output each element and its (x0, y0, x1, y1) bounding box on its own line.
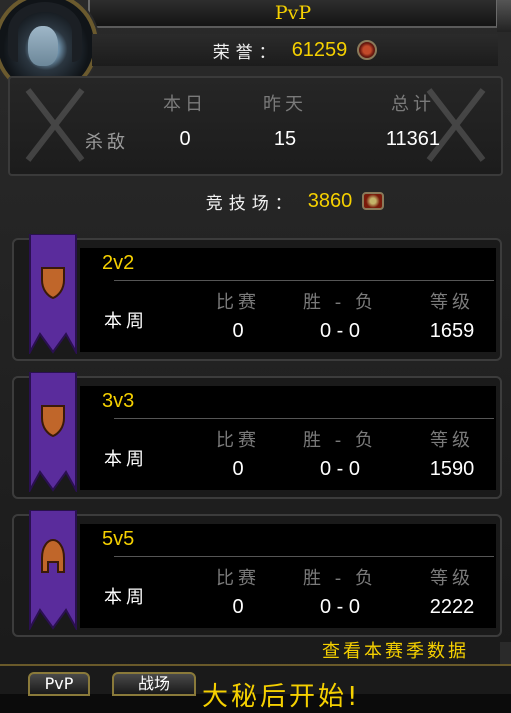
arena-label: 竞技场： (205, 193, 298, 214)
window-title: PvP (274, 2, 312, 24)
divider (114, 556, 494, 557)
header-matches: 比赛 (216, 568, 260, 589)
team-banner-icon (29, 510, 77, 630)
arena-value: 3860 (307, 189, 353, 212)
kills-total: 11361 (385, 128, 441, 150)
honor-coin-icon (357, 40, 378, 60)
header-rating: 等级 (430, 430, 474, 451)
header-win-loss: 胜 - 负 (303, 568, 377, 589)
divider (114, 418, 494, 419)
team-card-3v3[interactable]: 3v3 比赛 胜 - 负 等级 本周 0 0 - 0 1590 (12, 372, 502, 499)
win-loss-value: 0 - 0 (319, 458, 361, 480)
divider (114, 280, 494, 281)
rating-value: 1659 (429, 320, 475, 342)
honor-row: 荣誉： 61259 (92, 34, 498, 66)
team-banner-icon (29, 372, 77, 492)
win-loss-value: 0 - 0 (319, 320, 361, 342)
view-season-stats-link[interactable]: 查看本赛季数据 (322, 638, 492, 666)
honor-label: 荣誉： (212, 42, 282, 63)
team-banner-icon (29, 234, 77, 354)
header-yesterday: 昨天 (263, 94, 307, 115)
rating-value: 1590 (429, 458, 475, 480)
rating-value: 2222 (429, 596, 475, 618)
arena-row: 竞技场： 3860 (92, 184, 498, 218)
team-name: 3v3 (102, 390, 135, 412)
portrait-hood (8, 2, 82, 62)
matches-value: 0 (232, 458, 244, 480)
arena-points-icon (362, 192, 385, 210)
week-label: 本周 (104, 587, 148, 608)
win-loss-value: 0 - 0 (319, 596, 361, 618)
team-card-2v2[interactable]: 2v2 比赛 胜 - 负 等级 本周 0 0 - 0 1659 (12, 234, 502, 361)
matches-value: 0 (232, 596, 244, 618)
team-name: 5v5 (102, 528, 135, 550)
week-label: 本周 (104, 311, 148, 332)
header-rating: 等级 (430, 568, 474, 589)
kills-today: 0 (179, 128, 191, 150)
title-bar: PvP (88, 0, 498, 28)
tab-battlegrounds[interactable]: 战场 (112, 672, 196, 696)
team-card-5v5[interactable]: 5v5 比赛 胜 - 负 等级 本周 0 0 - 0 2222 (12, 510, 502, 637)
header-matches: 比赛 (216, 430, 260, 451)
kills-header-row: 本日 昨天 总计 (10, 90, 505, 118)
close-corner[interactable] (497, 0, 511, 32)
news-text: 大秘后开始! (202, 682, 361, 712)
header-rating: 等级 (430, 292, 474, 313)
header-matches: 比赛 (216, 292, 260, 313)
header-win-loss: 胜 - 负 (303, 292, 377, 313)
pvp-window: PvP 荣誉： 61259 本日 昨天 总计 杀敌 0 15 11361 竞技场… (0, 0, 511, 712)
week-label: 本周 (104, 449, 148, 470)
kills-value-row: 杀敌 0 15 11361 (10, 128, 505, 156)
kills-row-label: 杀敌 (85, 132, 129, 153)
matches-value: 0 (232, 320, 244, 342)
header-today: 本日 (163, 94, 207, 115)
honor-value: 61259 (291, 38, 348, 61)
header-total: 总计 (391, 94, 435, 115)
tab-pvp[interactable]: PvP (28, 672, 90, 696)
kills-yesterday: 15 (273, 128, 297, 150)
kills-panel: 本日 昨天 总计 杀敌 0 15 11361 (8, 76, 503, 176)
header-win-loss: 胜 - 负 (303, 430, 377, 451)
team-name: 2v2 (102, 252, 135, 274)
